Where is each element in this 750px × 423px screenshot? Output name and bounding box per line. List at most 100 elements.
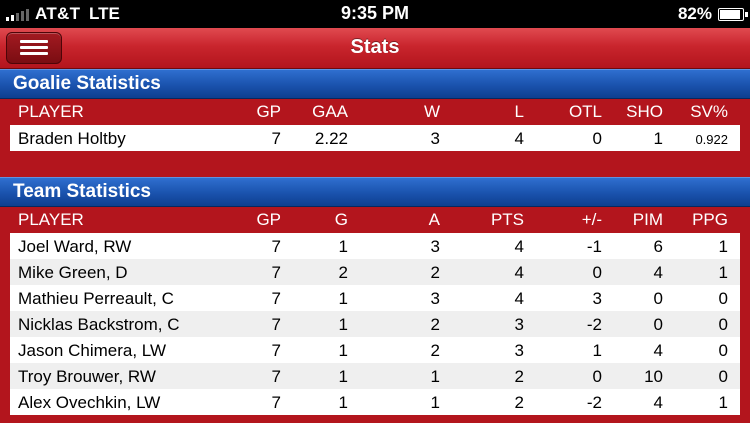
table-header-row: PLAYER GP GAA W L OTL SHO SV% [10, 98, 740, 125]
table-row[interactable]: Jason Chimera, LW 7 1 2 3 1 4 0 [10, 337, 740, 363]
column-header: SV% [690, 102, 728, 121]
stat-value: 1 [338, 341, 348, 360]
column-header: GAA [312, 102, 348, 121]
stat-value: 0 [718, 315, 728, 334]
goalie-section-header: Goalie Statistics [0, 69, 750, 99]
stat-value: 1 [338, 237, 348, 256]
stat-value: 4 [514, 129, 524, 148]
column-header: OTL [568, 102, 602, 121]
column-header: PIM [632, 210, 663, 229]
stat-value: 0 [718, 289, 728, 308]
stat-value: 0 [592, 263, 602, 282]
table-row[interactable]: Nicklas Backstrom, C 7 1 2 3 -2 0 0 [10, 311, 740, 337]
navigation-bar: Stats [0, 28, 750, 69]
stat-value: 1 [430, 367, 440, 386]
stat-value: 0.922 [695, 132, 728, 147]
column-header: GP [256, 210, 281, 229]
stat-value: 0 [653, 289, 663, 308]
stat-value: 3 [592, 289, 602, 308]
column-header: PTS [490, 210, 524, 229]
column-header: A [428, 210, 440, 229]
column-header: +/- [581, 210, 602, 229]
stat-value: -2 [586, 393, 602, 412]
stat-value: 2 [430, 341, 440, 360]
stat-value: 1 [430, 393, 440, 412]
team-section-title: Team Statistics [13, 181, 151, 202]
stat-value: 1 [653, 129, 663, 148]
stat-value: 10 [644, 367, 663, 386]
stat-value: 1 [338, 367, 348, 386]
player-name: Mathieu Perreault, C [18, 289, 174, 308]
table-row[interactable]: Troy Brouwer, RW 7 1 1 2 0 10 0 [10, 363, 740, 389]
stat-value: 2 [430, 263, 440, 282]
stat-value: 3 [514, 341, 524, 360]
stat-value: 7 [271, 237, 281, 256]
battery-percentage: 82% [677, 4, 712, 23]
player-name: Jason Chimera, LW [18, 341, 167, 360]
column-header: W [423, 102, 440, 121]
team-stats-table: PLAYER GP G A PTS +/- PIM PPG Joel Ward, RW 7 1 3 4 -… [10, 206, 740, 415]
table-row[interactable]: Joel Ward, RW 7 1 3 4 -1 6 1 [10, 233, 740, 259]
table-row[interactable]: Mike Green, D 7 2 2 4 0 4 1 [10, 259, 740, 285]
goalie-stats-table: PLAYER GP GAA W L OTL SHO SV% Braden Holtby 7 2.22… [10, 98, 740, 151]
player-name: Joel Ward, RW [18, 237, 132, 256]
stat-value: 2.22 [314, 129, 348, 148]
stat-value: 4 [514, 263, 524, 282]
stat-value: -1 [586, 237, 602, 256]
stat-value: 0 [718, 341, 728, 360]
stat-value: 0 [592, 129, 602, 148]
goalie-section-title: Goalie Statistics [13, 73, 161, 94]
page-title: Stats [350, 36, 400, 58]
stat-value: 4 [653, 263, 663, 282]
stat-value: 0 [592, 367, 602, 386]
stat-value: 7 [271, 129, 281, 148]
stat-value: 7 [271, 315, 281, 334]
player-name: Mike Green, D [18, 263, 128, 282]
stat-value: 2 [514, 393, 524, 412]
stat-value: 1 [718, 393, 728, 412]
stat-value: 3 [430, 129, 440, 148]
column-header: PLAYER [18, 102, 84, 121]
player-name: Troy Brouwer, RW [18, 367, 156, 386]
table-header-row: PLAYER GP G A PTS +/- PIM PPG [10, 206, 740, 233]
column-header: GP [256, 102, 281, 121]
stat-value: 6 [653, 237, 663, 256]
stat-value: 7 [271, 393, 281, 412]
column-header: SHO [626, 102, 663, 121]
column-header: G [334, 210, 348, 229]
stat-value: 4 [653, 393, 663, 412]
player-name: Braden Holtby [18, 129, 126, 148]
status-time: 9:35 PM [340, 3, 410, 23]
stat-value: 1 [338, 289, 348, 308]
table-row[interactable]: Mathieu Perreault, C 7 1 3 4 3 0 0 [10, 285, 740, 311]
column-header: PLAYER [18, 210, 84, 229]
stat-value: 3 [430, 237, 440, 256]
player-name: Nicklas Backstrom, C [18, 315, 180, 334]
stat-value: 4 [653, 341, 663, 360]
stat-value: 1 [592, 341, 602, 360]
stat-value: 7 [271, 289, 281, 308]
stat-value: 1 [718, 263, 728, 282]
stat-value: 2 [430, 315, 440, 334]
stat-value: 4 [514, 237, 524, 256]
stat-value: 7 [271, 263, 281, 282]
stat-value: 1 [718, 237, 728, 256]
stat-value: 3 [514, 315, 524, 334]
stat-value: -2 [586, 315, 602, 334]
column-header: L [514, 102, 524, 121]
stat-value: 3 [430, 289, 440, 308]
stat-value: 7 [271, 367, 281, 386]
battery-icon [718, 8, 748, 21]
column-header: PPG [692, 210, 728, 229]
stat-value: 2 [514, 367, 524, 386]
stat-value: 0 [718, 367, 728, 386]
stat-value: 0 [653, 315, 663, 334]
table-row[interactable]: Braden Holtby 7 2.22 3 4 0 1 0.922 [10, 125, 740, 151]
status-bar: AT&T LTE 9:35 PM 82% [0, 0, 750, 28]
stat-value: 4 [514, 289, 524, 308]
player-name: Alex Ovechkin, LW [18, 393, 161, 412]
stat-value: 7 [271, 341, 281, 360]
stat-value: 2 [338, 263, 348, 282]
team-section-header: Team Statistics [0, 177, 750, 207]
table-row[interactable]: Alex Ovechkin, LW 7 1 1 2 -2 4 1 [10, 389, 740, 415]
